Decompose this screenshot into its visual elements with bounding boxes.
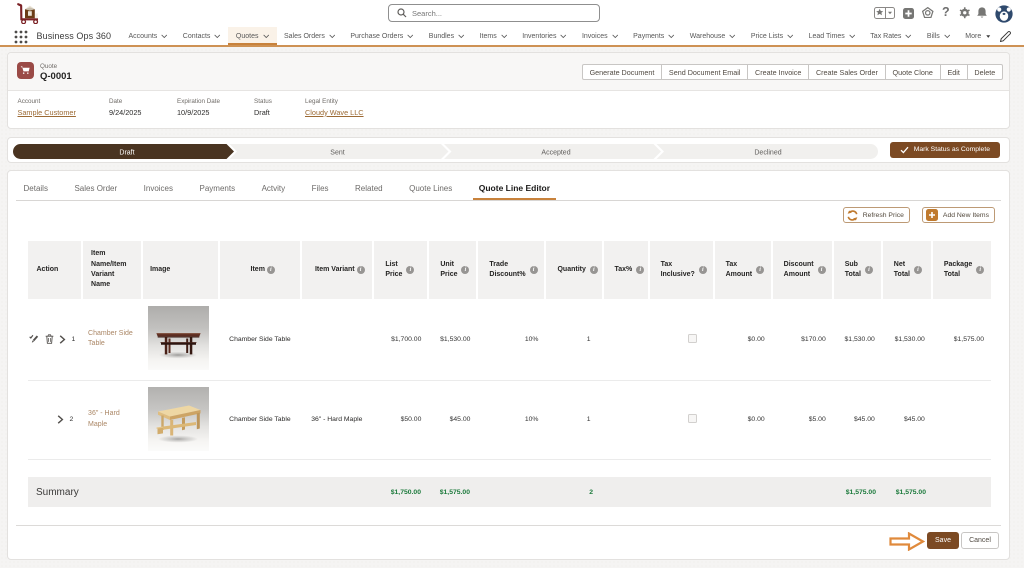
svg-text:Declined: Declined bbox=[754, 149, 781, 156]
svg-text:Draft: Draft bbox=[119, 149, 134, 156]
svg-text:Accepted: Accepted bbox=[541, 149, 570, 156]
svg-text:Sent: Sent bbox=[330, 149, 344, 156]
